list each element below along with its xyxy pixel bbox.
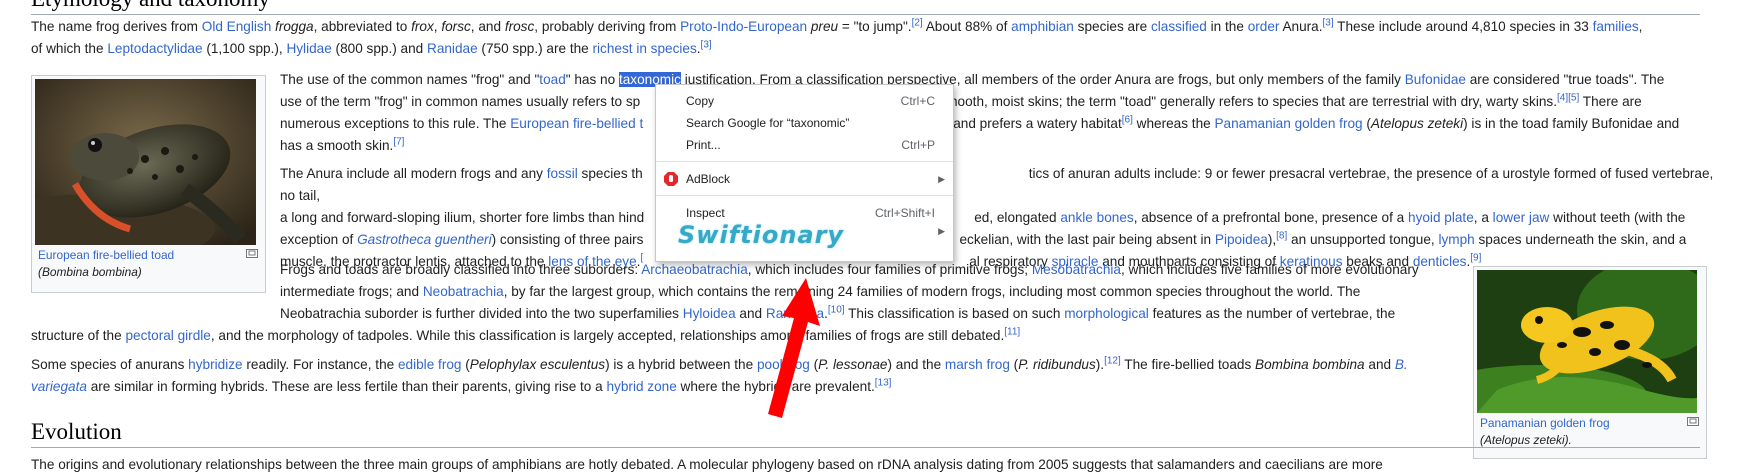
citation-3[interactable]: [3] <box>1323 17 1334 28</box>
link-classified[interactable]: classified <box>1151 19 1207 34</box>
context-menu: Copy Ctrl+C Search Google for “taxonomic… <box>655 84 954 262</box>
paragraph-suborders: Frogs and toads are broadly classified i… <box>280 262 1419 321</box>
link-gastrotheca-guentheri[interactable]: Gastrotheca guentheri <box>357 232 492 247</box>
panamanian-golden-frog-image[interactable] <box>1477 270 1697 413</box>
link-old-english[interactable]: Old English <box>202 19 272 34</box>
citation-4-5[interactable]: [4][5] <box>1557 92 1579 103</box>
link-pipoidea[interactable]: Pipoidea <box>1215 232 1268 247</box>
annotation-arrow-icon <box>768 278 820 418</box>
menu-item-copy[interactable]: Copy Ctrl+C <box>656 90 953 112</box>
link-proto-indo-european[interactable]: Proto-Indo-European <box>680 19 807 34</box>
citation-11[interactable]: [11] <box>1004 326 1020 337</box>
link-fossil[interactable]: fossil <box>547 166 578 181</box>
link-leptodactylidae[interactable]: Leptodactylidae <box>107 41 202 56</box>
link-european-fire-bellied-toad[interactable]: European fire-bellied t <box>510 116 643 131</box>
link-ankle-bones[interactable]: ankle bones <box>1060 210 1133 225</box>
section-heading-evolution: Evolution <box>31 419 1700 448</box>
caption-scientific-name-left: (Bombina bombina) <box>38 265 142 279</box>
link-panamanian-golden-frog[interactable]: Panamanian golden frog <box>1214 116 1362 131</box>
link-neobatrachia[interactable]: Neobatrachia <box>423 284 504 299</box>
link-order[interactable]: order <box>1248 19 1280 34</box>
link-morphological[interactable]: morphological <box>1064 306 1149 321</box>
citation-2[interactable]: [2] <box>912 17 923 28</box>
link-bufonidae[interactable]: Bufonidae <box>1405 72 1466 87</box>
link-hyoid-plate[interactable]: hyoid plate <box>1408 210 1474 225</box>
link-pectoral-girdle[interactable]: pectoral girdle <box>125 328 210 343</box>
link-families[interactable]: families <box>1593 19 1639 34</box>
link-amphibian[interactable]: amphibian <box>1011 19 1074 34</box>
figure-fire-bellied-toad: European fire-bellied toad (Bombina bomb… <box>31 75 266 293</box>
menu-item-print[interactable]: Print... Ctrl+P <box>656 134 953 156</box>
citation-12[interactable]: [12] <box>1104 355 1121 366</box>
citation-3b[interactable]: [3] <box>701 39 712 50</box>
citation-7[interactable]: [7] <box>393 136 404 147</box>
link-marsh-frog[interactable]: marsh frog <box>945 357 1010 372</box>
menu-separator <box>656 195 953 196</box>
link-archaeobatrachia[interactable]: Archaeobatrachia <box>641 262 748 277</box>
citation-13[interactable]: [13] <box>875 377 892 388</box>
link-hylidae[interactable]: Hylidae <box>286 41 331 56</box>
link-b-variegata[interactable]: B. <box>1395 357 1408 372</box>
adblock-icon <box>664 172 678 186</box>
submenu-arrow-icon: ▶ <box>938 174 945 184</box>
link-mesobatrachia[interactable]: Mesobatrachia <box>1032 262 1121 277</box>
paragraph-evolution: The origins and evolutionary relationshi… <box>31 457 1383 472</box>
link-hyloidea[interactable]: Hyloidea <box>683 306 736 321</box>
section-heading-etymology: Etymology and taxonomy <box>31 0 1700 15</box>
figure-caption-left: European fire-bellied toad (Bombina bomb… <box>35 245 262 281</box>
link-hybridize[interactable]: hybridize <box>188 357 242 372</box>
menu-item-search-google[interactable]: Search Google for “taxonomic” <box>656 112 953 134</box>
enlarge-icon[interactable] <box>246 249 258 258</box>
citation-9[interactable]: [9] <box>1470 252 1481 263</box>
paragraph-name-origin: The name frog derives from Old English f… <box>31 17 1643 56</box>
menu-item-swiftionary[interactable]: Swiftionary <box>678 221 928 249</box>
paragraph-suborders-cont: structure of the pectoral girdle, and th… <box>31 326 1021 343</box>
link-edible-frog[interactable]: edible frog <box>398 357 461 372</box>
menu-item-adblock[interactable]: AdBlock ▶ <box>656 168 953 190</box>
menu-separator <box>656 161 953 162</box>
link-toad[interactable]: toad <box>539 72 565 87</box>
paragraph-hybrids: Some species of anurans hybridize readil… <box>31 355 1408 394</box>
link-variegata[interactable]: variegata <box>31 379 87 394</box>
caption-link-fire-bellied-toad[interactable]: European fire-bellied toad <box>38 248 174 262</box>
submenu-arrow-icon: ▶ <box>938 226 945 236</box>
citation-8[interactable]: [8] <box>1276 230 1287 241</box>
citation-6[interactable]: [6] <box>1122 114 1133 125</box>
link-ranidae[interactable]: Ranidae <box>427 41 478 56</box>
fire-bellied-toad-image[interactable] <box>35 79 256 245</box>
link-lymph[interactable]: lymph <box>1438 232 1474 247</box>
link-hybrid-zone[interactable]: hybrid zone <box>607 379 677 394</box>
paragraph-anura-characteristics: The Anura include all modern frogs and a… <box>280 166 1714 269</box>
citation-10[interactable]: [10] <box>828 304 845 315</box>
link-richest-in-species[interactable]: richest in species <box>593 41 697 56</box>
paragraph-common-names: The use of the common names "frog" and "… <box>280 72 1680 153</box>
link-lower-jaw[interactable]: lower jaw <box>1493 210 1550 225</box>
